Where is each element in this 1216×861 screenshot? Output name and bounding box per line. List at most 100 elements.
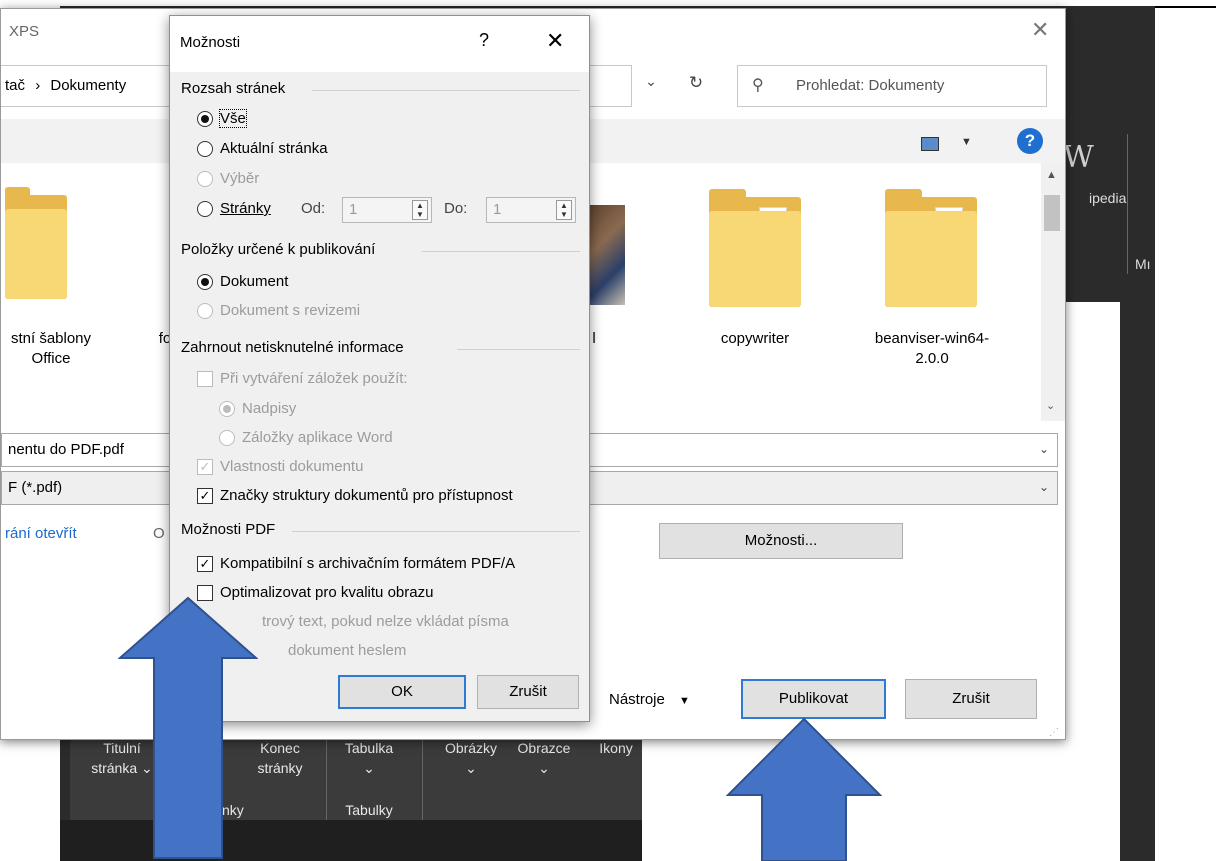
divider	[457, 349, 580, 350]
publish-button[interactable]: Publikovat	[741, 679, 886, 719]
scroll-up-icon[interactable]: ▲	[1046, 169, 1057, 181]
scroll-thumb[interactable]	[1044, 195, 1060, 231]
ribbon-separator	[1127, 134, 1128, 274]
folder-icon[interactable]	[709, 189, 801, 307]
file-label[interactable]: l	[589, 329, 599, 349]
group-tables-label: Tabulky	[345, 802, 393, 818]
radio-pages[interactable]: Stránky	[197, 200, 271, 217]
checkbox-create-bookmarks-label: Při vytváření záložek použít:	[220, 370, 408, 387]
top-line	[1155, 6, 1216, 8]
checkbox-create-bookmarks[interactable]: Při vytváření záložek použít:	[197, 370, 408, 387]
to-spinner[interactable]: 1 ▲ ▼	[486, 197, 576, 223]
spinner-arrows-icon[interactable]: ▲ ▼	[556, 200, 572, 220]
view-options-icon[interactable]	[921, 137, 939, 151]
radio-pages-label: Stránky	[220, 200, 271, 217]
table-label: Tabulka	[344, 740, 394, 756]
breadcrumb: tač › Dokumenty	[5, 77, 126, 94]
radio-word-bookmarks-label: Záložky aplikace Word	[242, 429, 393, 446]
dropdown-arrow-icon: ▼	[679, 695, 690, 707]
chevron-down-icon[interactable]: ⌄	[1039, 480, 1049, 494]
checkbox-encrypt[interactable]: dokument heslem	[288, 642, 406, 659]
from-spinner[interactable]: 1 ▲ ▼	[342, 197, 432, 223]
cancel-button[interactable]: Zrušit	[905, 679, 1037, 719]
file-label[interactable]: copywriter	[695, 329, 815, 349]
section-non-printing: Zahrnout netisknutelné informace	[181, 339, 404, 356]
radio-headings[interactable]: Nadpisy	[219, 400, 296, 417]
shapes-button[interactable]: Obrazce ⌄	[508, 738, 580, 778]
close-icon[interactable]: ✕	[546, 28, 564, 54]
filetype-value: F (*.pdf)	[8, 479, 63, 496]
section-publish-what: Položky určené k publikování	[181, 241, 376, 258]
from-value: 1	[349, 201, 358, 218]
options-partial-label: O	[153, 525, 165, 542]
options-cancel-button[interactable]: Zrušit	[477, 675, 579, 709]
spinner-arrows-icon[interactable]: ▲ ▼	[412, 200, 428, 220]
breadcrumb-current[interactable]: Dokumenty	[50, 77, 126, 94]
folder-icon[interactable]	[885, 189, 977, 307]
from-label: Od:	[301, 200, 326, 217]
dialog-title: XPS	[9, 23, 40, 40]
breadcrumb-separator-icon: ›	[35, 77, 41, 94]
chevron-down-icon[interactable]: ⌄	[1039, 442, 1049, 456]
search-input[interactable]: ⚲ Prohledat: Dokumenty	[737, 65, 1047, 107]
search-icon: ⚲	[752, 77, 764, 94]
checkmark-icon: ✓	[197, 555, 213, 572]
checkbox-bitmap-text-label: trový text, pokud nelze vkládat písma	[262, 613, 509, 630]
radio-indicator	[197, 110, 213, 127]
folder-icon[interactable]	[5, 187, 67, 299]
file-label[interactable]: beanviser-win64-2.0.0	[859, 329, 1005, 369]
divider	[422, 251, 580, 252]
options-titlebar: Možnosti ? ✕	[170, 16, 589, 72]
help-icon[interactable]: ?	[1017, 128, 1043, 154]
filename-value: nentu do PDF.pdf	[8, 441, 124, 458]
radio-indicator	[219, 400, 235, 417]
section-page-range: Rozsah stránek	[181, 80, 286, 97]
resize-grip-icon[interactable]: ⋰	[1049, 727, 1059, 738]
to-label: Do:	[444, 200, 468, 217]
radio-all[interactable]: Vše	[197, 109, 247, 128]
chevron-down-icon: ⌄	[465, 760, 477, 776]
checkbox-structure-tags-label: Značky struktury dokumentů pro přístupno…	[220, 487, 513, 504]
wikipedia-logo: W	[1063, 140, 1094, 175]
refresh-icon[interactable]: ↻	[684, 73, 708, 97]
icons-button[interactable]: Ikony	[590, 738, 642, 758]
options-button[interactable]: Možnosti...	[659, 523, 903, 559]
scroll-down-icon[interactable]: ⌄	[1046, 399, 1055, 412]
chevron-down-icon: ⌄	[538, 760, 550, 776]
search-placeholder: Prohledat: Dokumenty	[796, 77, 945, 94]
chevron-down-icon: ⌄	[363, 760, 375, 776]
radio-document[interactable]: Dokument	[197, 273, 288, 290]
radio-indicator	[197, 170, 213, 187]
radio-word-bookmarks[interactable]: Záložky aplikace Word	[219, 429, 393, 446]
pictures-button[interactable]: Obrázky ⌄	[434, 738, 508, 778]
radio-indicator	[197, 140, 213, 157]
ribbon-separator	[326, 736, 327, 820]
radio-document-markup-label: Dokument s revizemi	[220, 302, 361, 319]
to-value: 1	[493, 201, 502, 218]
ribbon-partial-group: Mı	[1135, 256, 1151, 272]
close-icon[interactable]: ✕	[1031, 17, 1049, 43]
chevron-down-icon[interactable]: ⌄	[639, 73, 663, 97]
radio-document-markup[interactable]: Dokument s revizemi	[197, 302, 360, 319]
radio-all-label: Vše	[219, 109, 247, 128]
ribbon-partial-label[interactable]: ipedia	[1089, 190, 1126, 206]
help-icon[interactable]: ?	[479, 30, 489, 51]
checkbox-structure-tags[interactable]: ✓ Značky struktury dokumentů pro přístup…	[197, 487, 513, 504]
table-button[interactable]: Tabulka ⌄	[334, 738, 404, 778]
radio-selection[interactable]: Výběr	[197, 170, 259, 187]
checkmark-icon: ✓	[197, 487, 213, 504]
radio-indicator	[219, 429, 235, 446]
radio-indicator	[197, 273, 213, 290]
open-after-publish-link[interactable]: rání otevřít	[5, 525, 77, 542]
dropdown-arrow-icon[interactable]: ▼	[961, 136, 972, 148]
ok-button[interactable]: OK	[338, 675, 466, 709]
breadcrumb-prefix[interactable]: tač	[5, 77, 25, 94]
radio-current-page[interactable]: Aktuální stránka	[197, 140, 328, 157]
file-label[interactable]: stní šablony Office	[1, 329, 101, 369]
tools-menu[interactable]: Nástroje ▼	[609, 691, 690, 708]
up-arrow	[118, 596, 258, 859]
radio-selection-label: Výběr	[220, 170, 260, 187]
checkbox-doc-properties[interactable]: ✓ Vlastnosti dokumentu	[197, 458, 363, 475]
checkbox-bitmap-text[interactable]: trový text, pokud nelze vkládat písma	[262, 613, 509, 630]
checkbox-pdfa[interactable]: ✓ Kompatibilní s archivačním formátem PD…	[197, 555, 515, 572]
